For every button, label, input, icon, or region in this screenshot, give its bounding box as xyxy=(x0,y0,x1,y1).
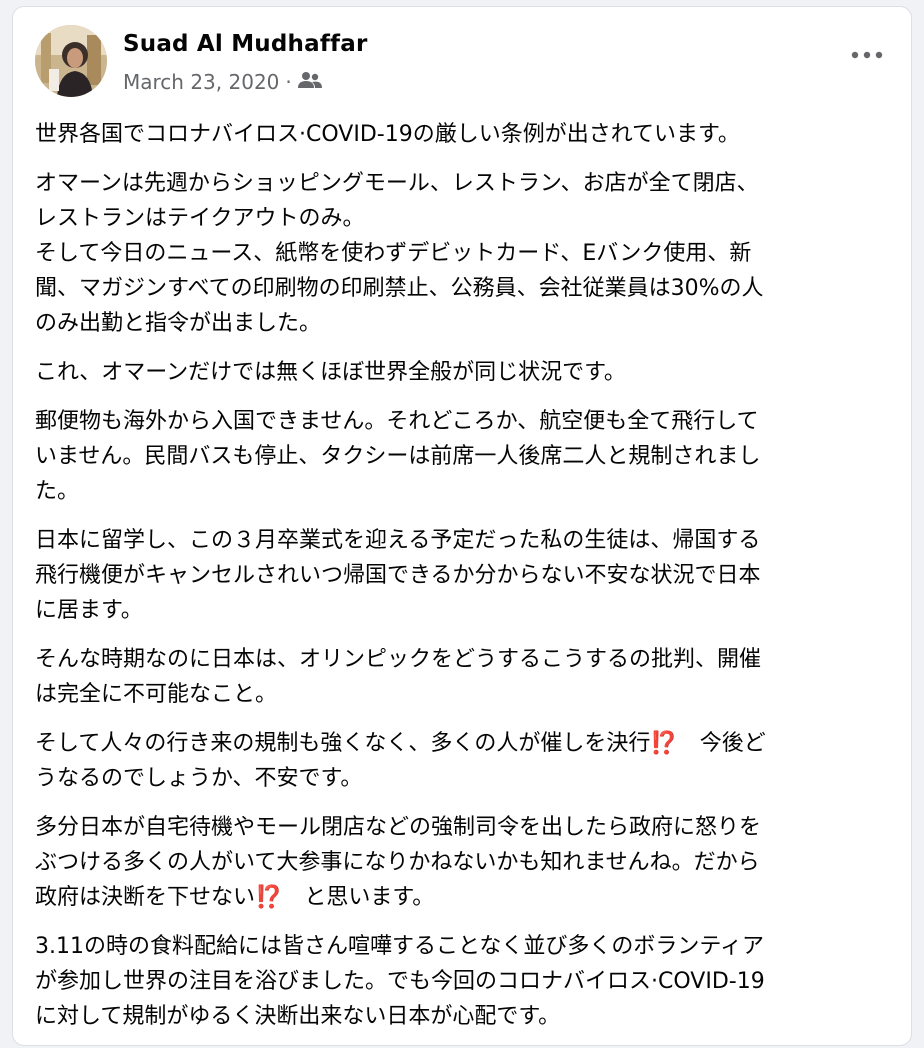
text-line: が参加し世界の注目を浴びました。でも今回のコロナバイロス·COVID-19 xyxy=(35,969,765,994)
paragraph-8: 多分日本が自宅待機やモール閉店などの強制司令を出したら政府に怒りを ぶつける多く… xyxy=(35,810,891,915)
text-line: ぶつける多くの人がいて大参事になりかねないかも知れませんね。だから xyxy=(35,850,760,875)
text-line: は完全に不可能なこと。 xyxy=(35,682,278,707)
text-line: そんな時期なのに日本は、オリンピックをどうするこうするの批判、開催 xyxy=(35,647,762,672)
paragraph-4: 郵便物も海外から入国できません。それどころか、航空便も全て飛行して いません。民… xyxy=(35,404,891,509)
text-line: そして人々の行き来の規制も強くなく、多くの人が催しを決行⁉️ 今後ど xyxy=(35,731,766,756)
meta-separator: · xyxy=(285,70,292,94)
text-line: 3.11の時の食料配給には皆さん喧嘩することなく並び多くのボランティア xyxy=(35,934,765,959)
text-line: そして今日のニュース、紙幣を使わずデビットカード、Eバンク使用、新 xyxy=(35,241,752,266)
text-line: 多分日本が自宅待機やモール閉店などの強制司令を出したら政府に怒りを xyxy=(35,815,762,840)
text-line: これ、オマーンだけでは無くほぼ世界全般が同じ状況です。 xyxy=(35,360,626,385)
text-line: に居ます。 xyxy=(35,598,143,623)
text-line: いません。民間バスも停止、タクシーは前席一人後席二人と規制されまし xyxy=(35,444,761,469)
post-meta: March 23, 2020 · xyxy=(123,69,322,95)
post-header: Suad Al Mudhaffar March 23, 2020 · xyxy=(13,7,911,117)
paragraph-3: これ、オマーンだけでは無くほぼ世界全般が同じ状況です。 xyxy=(35,355,891,390)
paragraph-5: 日本に留学し、この３月卒業式を迎える予定だった私の生徒は、帰国する 飛行機便がキ… xyxy=(35,523,891,628)
text-line: に対して規制がゆるく決断出来ない日本が心配です。 xyxy=(35,1004,561,1029)
more-options-icon[interactable] xyxy=(849,43,885,67)
avatar-photo xyxy=(35,25,107,97)
paragraph-9: 3.11の時の食料配給には皆さん喧嘩することなく並び多くのボランティア が参加し… xyxy=(35,929,891,1034)
text-line: た。 xyxy=(35,479,80,504)
text-line: うなるのでしょうか、不安です。 xyxy=(35,766,363,791)
text-line: 政府は決断を下せない⁉️ と思います。 xyxy=(35,885,435,910)
paragraph-1: 世界各国でコロナバイロス·COVID-19の厳しい条例が出されています。 xyxy=(35,117,891,152)
post-card: Suad Al Mudhaffar March 23, 2020 · 世界各国で… xyxy=(12,6,912,1046)
text-line: オマーンは先週からショッピングモール、レストラン、お店が全て閉店、 xyxy=(35,171,759,196)
text-line: 日本に留学し、この３月卒業式を迎える予定だった私の生徒は、帰国する xyxy=(35,528,761,553)
paragraph-6: そんな時期なのに日本は、オリンピックをどうするこうするの批判、開催 は完全に不可… xyxy=(35,642,891,712)
friends-icon[interactable] xyxy=(297,70,322,94)
text-line: のみ出勤と指令が出ました。 xyxy=(35,311,322,336)
paragraph-7: そして人々の行き来の規制も強くなく、多くの人が催しを決行⁉️ 今後ど うなるので… xyxy=(35,726,891,796)
text-line: 世界各国でコロナバイロス·COVID-19の厳しい条例が出されています。 xyxy=(35,122,740,147)
post-date[interactable]: March 23, 2020 xyxy=(123,70,279,94)
text-line: 飛行機便がキャンセルされいつ帰国できるか分からない不安な状況で日本 xyxy=(35,563,761,588)
paragraph-2: オマーンは先週からショッピングモール、レストラン、お店が全て閉店、 レストランは… xyxy=(35,166,891,341)
post-body: 世界各国でコロナバイロス·COVID-19の厳しい条例が出されています。 オマー… xyxy=(35,117,891,1048)
text-line: 郵便物も海外から入国できません。それどころか、航空便も全て飛行して xyxy=(35,409,759,434)
avatar[interactable] xyxy=(35,25,107,97)
text-line: 聞、マガジンすべての印刷物の印刷禁止、公務員、会社従業員は30%の人 xyxy=(35,276,764,301)
text-line: レストランはテイクアウトのみ。 xyxy=(35,206,365,231)
author-name[interactable]: Suad Al Mudhaffar xyxy=(123,31,368,57)
